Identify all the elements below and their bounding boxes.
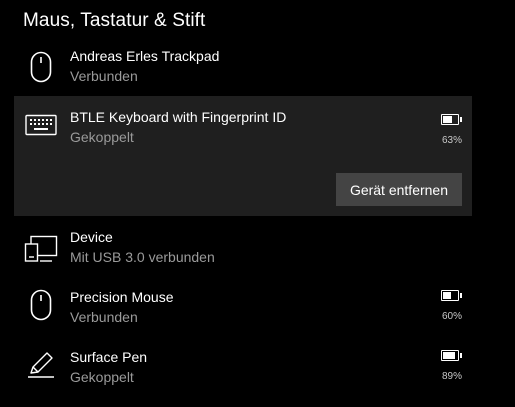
- device-status: Verbunden: [70, 309, 138, 325]
- device-name: BTLE Keyboard with Fingerprint ID: [70, 109, 287, 125]
- device-item-keyboard[interactable]: BTLE Keyboard with Fingerprint ID Gekopp…: [14, 96, 472, 216]
- device-item-device[interactable]: Device Mit USB 3.0 verbunden: [14, 222, 472, 282]
- device-status: Gekoppelt: [70, 129, 134, 145]
- device-name: Device: [70, 229, 113, 245]
- device-status: Gekoppelt: [70, 369, 134, 385]
- battery-indicator: 63%: [422, 110, 462, 146]
- keyboard-icon: [24, 108, 58, 142]
- mouse-icon: [24, 288, 58, 322]
- battery-icon: [441, 350, 462, 361]
- device-status: Verbunden: [70, 68, 138, 84]
- battery-icon: [441, 114, 462, 125]
- device-name: Surface Pen: [70, 349, 148, 365]
- mouse-icon: [24, 50, 58, 84]
- device-name: Andreas Erles Trackpad: [70, 48, 220, 64]
- battery-fill: [443, 292, 451, 299]
- remove-device-button[interactable]: Gerät entfernen: [335, 173, 462, 206]
- battery-percent: 63%: [441, 135, 462, 146]
- device-icon: [24, 232, 58, 266]
- device-item-trackpad[interactable]: Andreas Erles Trackpad Verbunden: [14, 42, 472, 102]
- battery-icon: [441, 290, 462, 301]
- settings-page: Maus, Tastatur & Stift Andreas Erles Tra…: [0, 0, 515, 407]
- battery-indicator: 89%: [422, 346, 462, 382]
- battery-percent: 60%: [441, 311, 462, 322]
- battery-fill: [443, 116, 452, 123]
- device-item-surface-pen[interactable]: Surface Pen Gekoppelt 89%: [14, 342, 472, 402]
- battery-indicator: 60%: [422, 286, 462, 322]
- device-item-precision-mouse[interactable]: Precision Mouse Verbunden 60%: [14, 282, 472, 342]
- device-status: Mit USB 3.0 verbunden: [70, 249, 215, 265]
- pen-icon: [24, 348, 58, 382]
- section-title: Maus, Tastatur & Stift: [23, 10, 206, 31]
- device-name: Precision Mouse: [70, 289, 174, 305]
- battery-fill: [443, 352, 455, 359]
- battery-percent: 89%: [441, 371, 462, 382]
